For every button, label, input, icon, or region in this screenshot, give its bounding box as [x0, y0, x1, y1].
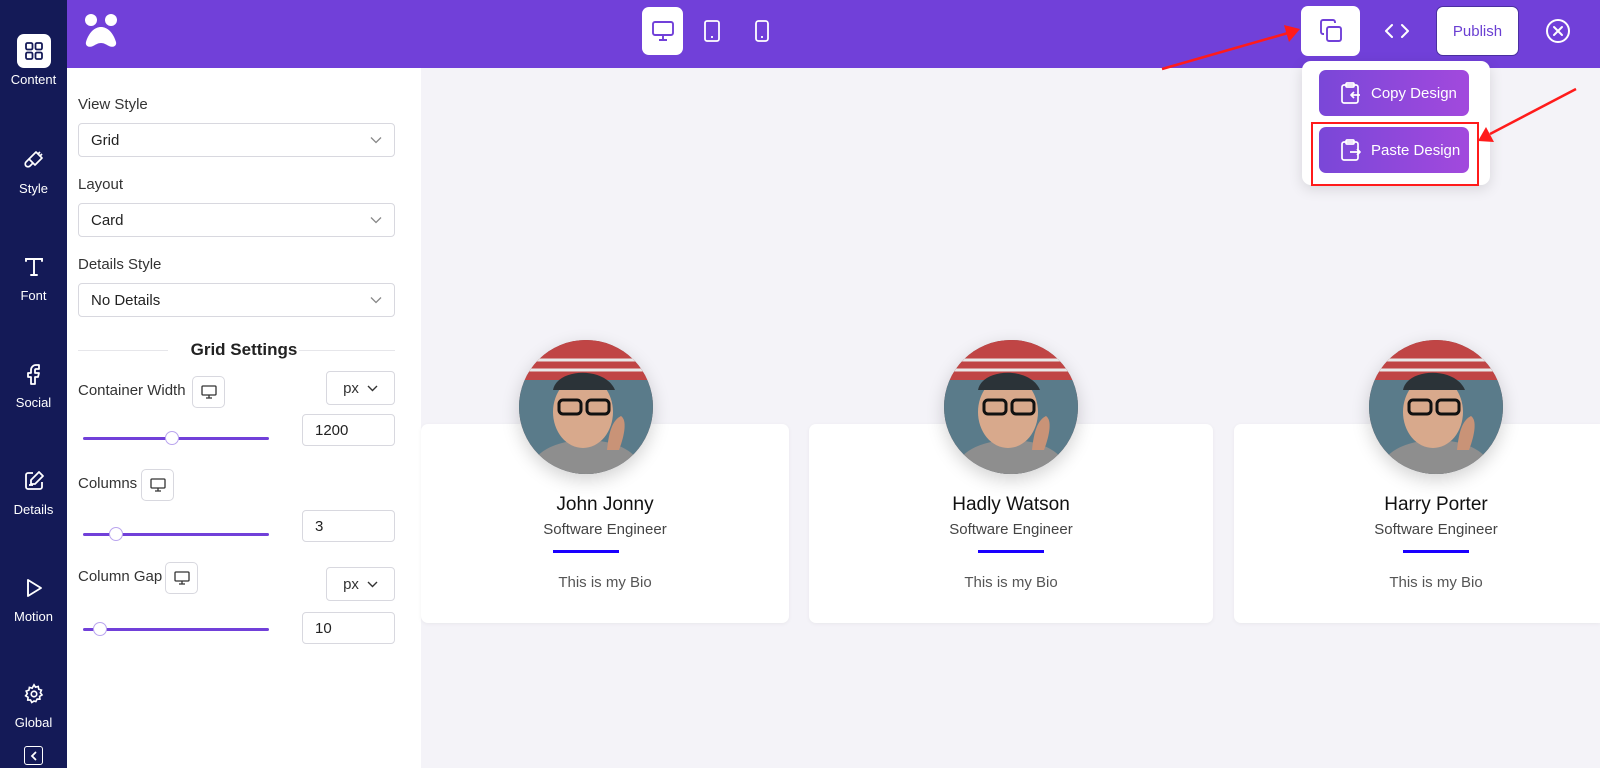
settings-panel: View Style Grid Layout Card Details Styl…	[67, 68, 421, 768]
columns-label: Columns	[78, 475, 138, 492]
member-role: Software Engineer	[1374, 521, 1498, 538]
copy-design-label: Copy Design	[1371, 84, 1457, 102]
member-bio: This is my Bio	[1389, 574, 1483, 591]
avatar	[944, 340, 1078, 474]
annotation-highlight-box	[1311, 122, 1479, 186]
avatar	[519, 340, 653, 474]
rail-label: Global	[14, 715, 53, 730]
member-role: Software Engineer	[543, 521, 667, 538]
column-gap-input[interactable]: 10	[302, 612, 395, 644]
rail-label: Social	[15, 395, 52, 410]
rail-item-style[interactable]: Style	[0, 143, 67, 196]
code-icon	[1385, 24, 1409, 38]
grid-icon	[16, 34, 51, 68]
chevron-down-icon	[367, 581, 378, 587]
rail-label: Font	[20, 288, 47, 303]
device-mobile-button[interactable]	[741, 7, 782, 55]
view-style-select[interactable]: Grid	[78, 123, 395, 157]
rail-item-details[interactable]: Details	[0, 464, 67, 517]
rail-item-global[interactable]: Global	[0, 677, 67, 730]
close-editor-button[interactable]	[1541, 6, 1575, 56]
edit-icon	[0, 464, 67, 498]
brush-icon	[0, 143, 67, 177]
member-name: John Jonny	[556, 494, 654, 515]
container-width-input[interactable]: 1200	[302, 414, 395, 446]
details-style-value: No Details	[91, 291, 161, 309]
avatar	[1369, 340, 1503, 474]
facebook-icon	[0, 357, 67, 391]
name-divider	[553, 550, 619, 553]
responsive-device-button[interactable]	[141, 469, 174, 501]
chevron-left-icon	[30, 751, 36, 760]
code-view-button[interactable]	[1375, 6, 1419, 56]
device-desktop-button[interactable]	[642, 7, 683, 55]
column-gap-unit-select[interactable]: px	[326, 567, 395, 601]
left-rail: Content Style Font Social Details Motion	[0, 0, 67, 768]
member-bio: This is my Bio	[558, 574, 652, 591]
responsive-device-button[interactable]	[192, 376, 225, 408]
slider-thumb[interactable]	[92, 622, 107, 636]
layout-value: Card	[91, 211, 124, 229]
rail-label: Details	[13, 502, 54, 517]
name-divider	[978, 550, 1044, 553]
container-width-label: Container Width	[78, 382, 186, 399]
column-gap-label: Column Gap	[78, 568, 163, 585]
gear-icon	[0, 677, 67, 711]
copy-icon	[1319, 19, 1342, 42]
chevron-down-icon	[370, 217, 382, 224]
publish-button[interactable]: Publish	[1436, 6, 1519, 56]
desktop-icon	[200, 385, 217, 399]
member-name: Harry Porter	[1384, 494, 1488, 515]
slider-thumb[interactable]	[165, 431, 180, 445]
annotation-arrow-to-paste-button	[1478, 87, 1577, 142]
chevron-down-icon	[367, 385, 378, 391]
desktop-icon	[149, 478, 166, 492]
mobile-icon	[754, 20, 769, 42]
tablet-icon	[703, 20, 720, 42]
collapse-rail-button[interactable]	[24, 746, 43, 765]
view-style-label: View Style	[78, 96, 148, 113]
unit-value: px	[343, 575, 359, 593]
view-style-value: Grid	[91, 131, 120, 149]
details-style-label: Details Style	[78, 256, 162, 273]
container-width-slider[interactable]	[83, 431, 269, 445]
member-name: Hadly Watson	[952, 494, 1070, 515]
rail-item-social[interactable]: Social	[0, 357, 67, 410]
column-gap-slider[interactable]	[83, 622, 269, 636]
member-bio: This is my Bio	[964, 574, 1058, 591]
clipboard-copy-icon	[1331, 81, 1371, 105]
rail-label: Content	[10, 72, 57, 87]
unit-value: px	[343, 379, 359, 397]
rail-item-motion[interactable]: Motion	[0, 571, 67, 624]
chevron-down-icon	[370, 137, 382, 144]
device-tablet-button[interactable]	[691, 7, 732, 55]
layout-label: Layout	[78, 176, 124, 193]
columns-input[interactable]: 3	[302, 510, 395, 542]
top-bar: Publish	[67, 0, 1600, 68]
details-style-select[interactable]: No Details	[78, 283, 395, 317]
copy-design-button[interactable]: Copy Design	[1319, 70, 1469, 116]
copy-paste-design-button[interactable]	[1301, 6, 1360, 56]
text-icon	[0, 250, 67, 284]
columns-slider[interactable]	[83, 527, 269, 541]
slider-thumb[interactable]	[109, 527, 124, 541]
layout-select[interactable]: Card	[78, 203, 395, 237]
rail-item-font[interactable]: Font	[0, 250, 67, 303]
play-icon	[0, 571, 67, 605]
member-role: Software Engineer	[949, 521, 1073, 538]
app-logo	[81, 12, 121, 53]
rail-label: Motion	[13, 609, 54, 624]
name-divider	[1403, 550, 1469, 553]
section-divider	[299, 350, 395, 351]
rail-item-content[interactable]: Content	[0, 34, 67, 87]
rail-label: Style	[19, 181, 48, 196]
container-width-unit-select[interactable]: px	[326, 371, 395, 405]
responsive-device-button[interactable]	[165, 562, 198, 594]
close-circle-icon	[1546, 19, 1570, 43]
desktop-icon	[651, 21, 674, 41]
desktop-icon	[173, 571, 190, 585]
chevron-down-icon	[370, 297, 382, 304]
